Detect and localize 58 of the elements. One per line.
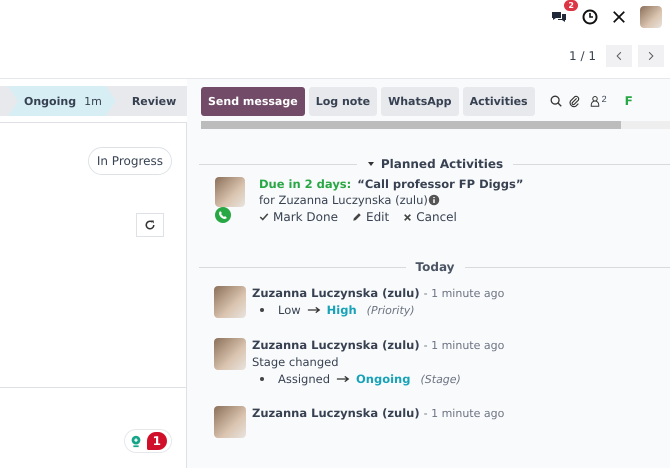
message-author: Zuzanna Luczynska (zulu) [252, 406, 420, 420]
new-value: Ongoing [356, 372, 410, 386]
caret-icon [366, 160, 375, 168]
clock-icon[interactable] [582, 9, 598, 25]
followers-button[interactable]: 2 [584, 94, 611, 108]
stage-step[interactable]: Ongoing 1m [8, 86, 116, 116]
activity-summary: “Call professor FP Diggs” [357, 177, 524, 191]
activity-assignee: for Zuzanna Luczynska (zulu) [259, 193, 428, 207]
field-name: (Priority) [366, 304, 415, 316]
pager-value: 1 / 1 [569, 49, 596, 63]
new-value: High [326, 303, 357, 317]
arrow-icon [336, 375, 350, 383]
date-separator: Today [416, 260, 454, 274]
user-avatar [214, 338, 246, 370]
arrow-icon [306, 306, 321, 314]
check-icon [259, 212, 269, 222]
message-author: Zuzanna Luczynska (zulu) [252, 338, 420, 352]
old-value: Low [278, 303, 301, 317]
phone-icon [215, 207, 231, 223]
due-label: Due in 2 days: [259, 177, 352, 191]
status-tag: In Progress [88, 147, 172, 175]
bullet-icon [260, 308, 264, 312]
pencil-icon [352, 212, 362, 222]
message-body: Stage changed [252, 355, 340, 369]
refresh-icon [144, 219, 156, 231]
person-icon [588, 94, 601, 108]
info-icon [428, 194, 440, 206]
message-count-badge: 2 [564, 0, 578, 11]
old-value: Assigned [278, 372, 330, 386]
chatter-button[interactable]: Activities [462, 86, 535, 116]
chatter-button[interactable]: Log note [308, 86, 378, 116]
close-icon [403, 212, 412, 222]
message-time: - 1 minute ago [424, 287, 504, 300]
refresh-button[interactable] [136, 213, 164, 237]
activity-action[interactable]: Mark Done [259, 210, 338, 224]
stage-step[interactable]: Review [116, 86, 190, 116]
user-avatar [214, 286, 246, 318]
chevron-right-icon [646, 50, 656, 62]
bullet-icon [260, 377, 264, 381]
field-name: (Stage) [420, 372, 461, 386]
planned-activities-toggle[interactable]: Planned Activities [366, 157, 504, 171]
user-avatar[interactable] [640, 6, 662, 28]
user-avatar [215, 177, 245, 207]
search-icon[interactable] [548, 94, 563, 108]
notification-count: 1 [146, 432, 167, 450]
chat-bubbles-icon [550, 9, 568, 25]
chatter-button[interactable]: Send message [201, 86, 305, 116]
lightbulb-icon [128, 433, 143, 449]
chevron-left-icon [614, 50, 624, 62]
activity-action[interactable]: Cancel [403, 210, 457, 224]
message-author: Zuzanna Luczynska (zulu) [252, 286, 420, 300]
chatter-button[interactable]: WhatsApp [381, 86, 459, 116]
message-time: - 1 minute ago [424, 407, 504, 420]
activity-action[interactable]: Edit [352, 210, 390, 224]
message-time: - 1 minute ago [424, 339, 504, 352]
user-avatar [214, 406, 246, 438]
paperclip-icon[interactable] [566, 94, 581, 108]
notification-indicator[interactable]: 1 [124, 429, 172, 453]
